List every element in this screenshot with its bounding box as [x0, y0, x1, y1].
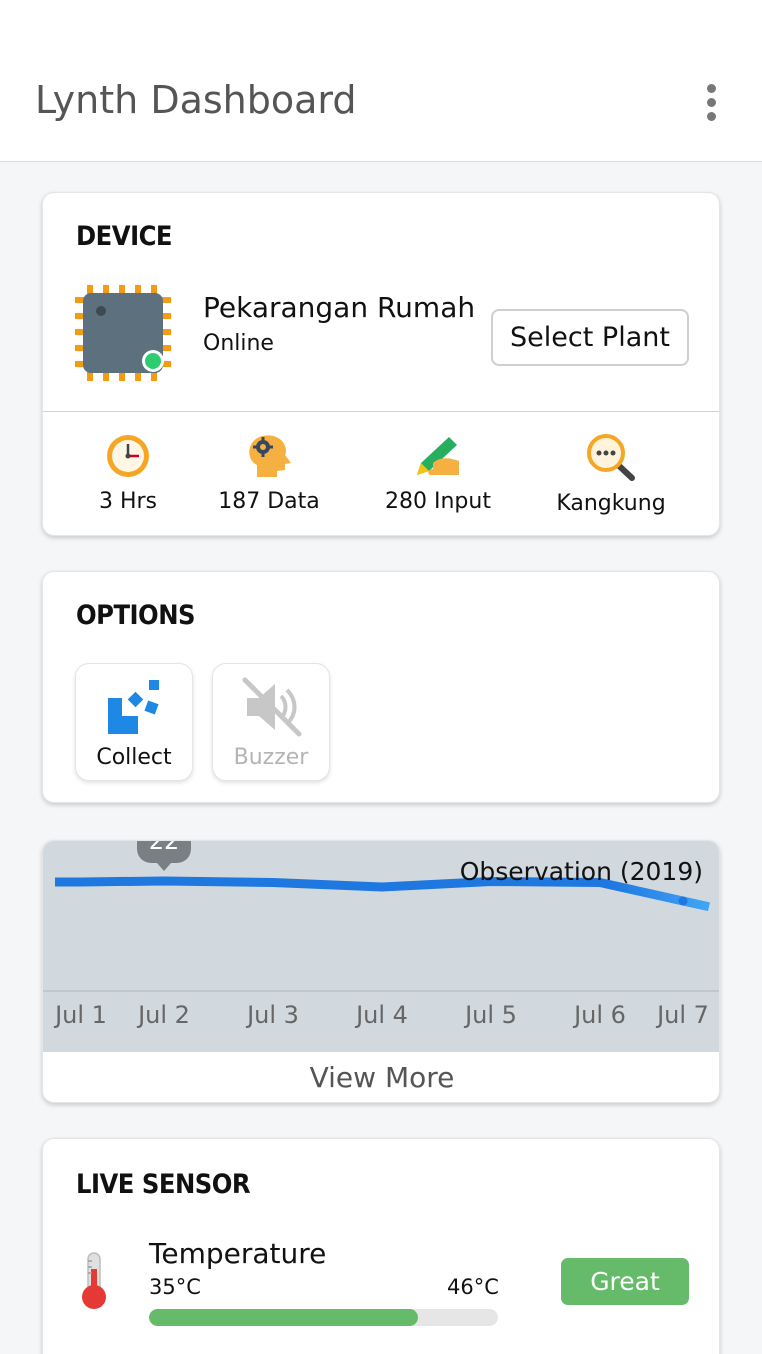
- data-point-3[interactable]: [268, 878, 278, 887]
- buzzer-label: Buzzer: [233, 745, 309, 770]
- buzzer-button[interactable]: Buzzer: [212, 663, 330, 781]
- device-name: Pekarangan Rumah: [203, 291, 476, 324]
- more-options-icon[interactable]: [700, 84, 722, 122]
- stat-data-label: 187 Data: [218, 489, 320, 514]
- sensor-min-label: 35°C: [149, 1275, 201, 1299]
- search-dots-icon: [587, 434, 635, 481]
- x-tick-label: Jul 3: [245, 1001, 299, 1029]
- sensor-level-fill: [149, 1309, 418, 1326]
- thermometer-icon: [82, 1252, 106, 1309]
- stat-data: 187 Data: [184, 433, 354, 514]
- sensor-name: Temperature: [149, 1237, 327, 1270]
- clock-icon: [107, 435, 149, 477]
- options-section-title: OPTIONS: [76, 600, 196, 631]
- mute-icon: [242, 677, 302, 737]
- collect-icon: [108, 680, 159, 734]
- options-card: OPTIONS Collect Buzzer: [42, 571, 720, 803]
- data-point-1[interactable]: [76, 877, 86, 887]
- live-sensor-section-title: LIVE SENSOR: [76, 1169, 251, 1200]
- x-tick-label: Jul 1: [53, 1001, 107, 1029]
- stat-plant: Kangkung: [526, 433, 696, 516]
- chart-area: Jul 1 Jul 2 Jul 3 Jul 4 Jul 5 Jul 6 Jul 7 22 Ob…: [43, 841, 719, 1052]
- tooltip-value: 22: [149, 841, 180, 855]
- x-tick-label: Jul 2: [136, 1001, 190, 1029]
- collect-label: Collect: [96, 745, 172, 770]
- divider: [43, 411, 719, 412]
- live-sensor-card: LIVE SENSOR Temperature 35°C 46°C Great: [42, 1138, 720, 1354]
- data-point-2[interactable]: [159, 876, 169, 886]
- value-tooltip: 22: [137, 841, 191, 871]
- pencil-hand-icon: [417, 437, 459, 475]
- online-indicator: [145, 353, 161, 369]
- chart-title: Observation (2019): [459, 857, 703, 886]
- sensor-max-label: 46°C: [447, 1275, 499, 1299]
- collect-button[interactable]: Collect: [75, 663, 193, 781]
- x-tick-label: Jul 6: [572, 1001, 626, 1029]
- x-tick-label: Jul 7: [655, 1001, 709, 1029]
- chip-icon: [75, 285, 171, 381]
- device-section-title: DEVICE: [76, 221, 173, 252]
- select-plant-button[interactable]: Select Plant: [491, 309, 689, 366]
- stat-input: 280 Input: [353, 433, 523, 514]
- x-tick-label: Jul 5: [463, 1001, 517, 1029]
- app-title: Lynth Dashboard: [35, 78, 357, 122]
- view-more-button[interactable]: View More: [43, 1052, 719, 1102]
- stat-plant-label: Kangkung: [556, 491, 666, 516]
- data-point-7[interactable]: [678, 896, 688, 906]
- data-point-4[interactable]: [377, 882, 387, 892]
- observation-card: Jul 1 Jul 2 Jul 3 Jul 4 Jul 5 Jul 6 Jul 7 22 Ob…: [42, 840, 720, 1103]
- device-status: Online: [203, 331, 274, 356]
- stat-input-label: 280 Input: [385, 489, 491, 514]
- x-tick-label: Jul 4: [354, 1001, 408, 1029]
- sensor-status-badge: Great: [561, 1258, 689, 1305]
- brain-gear-icon: [249, 435, 291, 477]
- sensor-level-bar: [149, 1309, 498, 1326]
- app-bar: Lynth Dashboard: [0, 0, 762, 162]
- device-card: DEVICE Pekarangan Rumah Online Select Pl…: [42, 192, 720, 536]
